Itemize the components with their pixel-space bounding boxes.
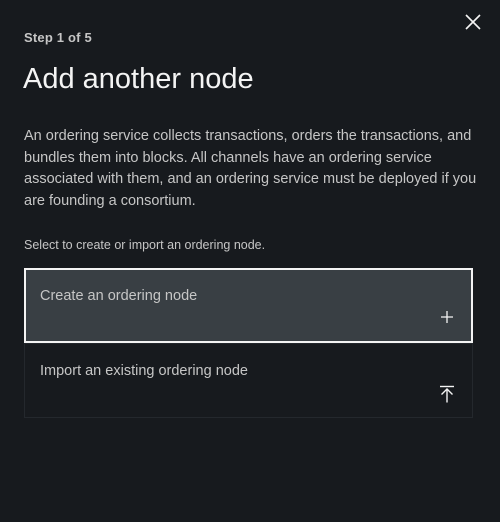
upload-icon	[437, 384, 457, 404]
step-indicator: Step 1 of 5	[24, 30, 92, 45]
import-ordering-node-tile[interactable]: Import an existing ordering node	[24, 343, 473, 418]
tile-label: Create an ordering node	[40, 288, 198, 304]
close-icon	[465, 14, 481, 30]
side-panel: Step 1 of 5 Add another node An ordering…	[0, 0, 500, 522]
plus-icon	[437, 307, 457, 327]
tile-label: Import an existing ordering node	[40, 363, 248, 379]
close-button[interactable]	[459, 8, 487, 36]
selection-instruction: Select to create or import an ordering n…	[24, 238, 266, 252]
panel-description: An ordering service collects transaction…	[24, 128, 477, 209]
create-ordering-node-tile[interactable]: Create an ordering node	[24, 268, 473, 343]
panel-title: Add another node	[23, 63, 254, 95]
